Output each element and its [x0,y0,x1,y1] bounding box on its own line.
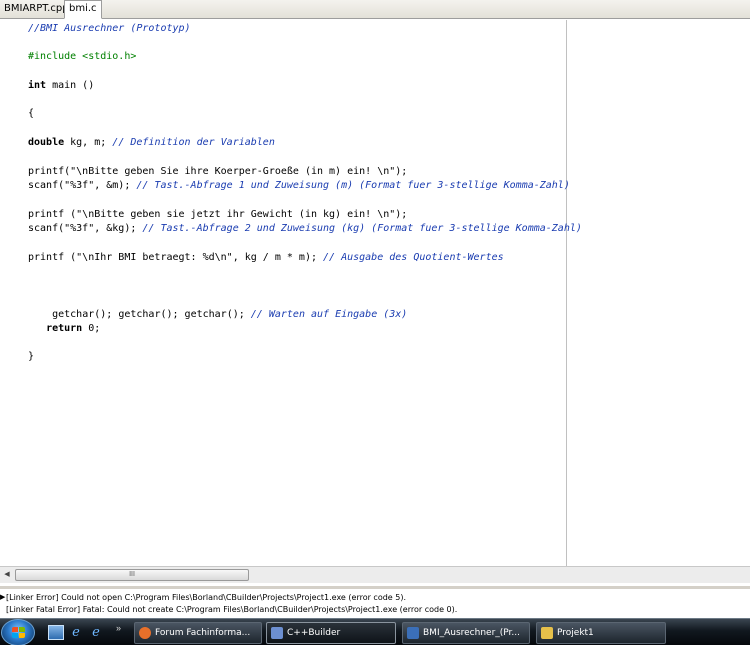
taskbar-item-label: C++Builder [287,628,341,638]
cbuilder-icon [271,627,283,639]
code-line: { [28,107,34,121]
code-text: printf ("\nBitte geben sie jetzt ihr Gew… [28,209,408,220]
right-margin-line [566,20,567,566]
code-line: #include <stdio.h> [28,50,136,64]
code-text: } [28,351,35,362]
code-line: int main () [28,79,94,93]
code-comment: // Warten auf Eingabe (3x) [250,309,408,320]
code-comment: // Ausgabe des Quotient-Wertes [323,252,504,263]
code-keyword: return [46,323,83,334]
code-text: { [28,108,35,119]
editor-tab-bar: BMIARPT.cpp bmi.c [0,0,750,19]
code-keyword: double [28,137,65,148]
code-text: scanf("%3f", &m); [28,180,137,191]
code-comment: // Tast.-Abfrage 2 und Zuweisung (kg) (F… [142,223,582,234]
firefox-icon [139,627,151,639]
windows-logo-icon [12,627,26,639]
start-button[interactable] [1,619,35,645]
scroll-left-arrow-icon[interactable]: ◀ [0,567,14,583]
code-preprocessor: #include <stdio.h> [28,51,137,62]
code-comment: //BMI Ausrechner (Prototyp) [28,23,191,34]
code-text: kg, m; [64,137,113,148]
taskbar-item-label: BMI_Ausrechner_(Pr... [423,628,521,638]
code-keyword: int [28,80,47,91]
taskbar-item-cbuilder[interactable]: C++Builder [266,622,396,644]
taskbar: e e » Forum Fachinforma... C++Builder BM… [0,618,750,645]
code-text: scanf("%3f", &kg); [28,223,143,234]
code-comment: // Definition der Variablen [112,137,275,148]
taskbar-item-label: Forum Fachinforma... [155,628,251,638]
quick-launch-more-icon[interactable]: » [116,623,121,633]
code-line: return 0; [28,322,100,336]
code-text: getchar(); getchar(); getchar(); [52,309,251,320]
code-line: } [28,350,34,364]
code-line: printf ("\nIhr BMI betraegt: %d\n", kg /… [28,251,504,265]
code-line: printf("\nBitte geben Sie ihre Koerper-G… [28,165,407,179]
code-line: //BMI Ausrechner (Prototyp) [28,22,191,36]
code-text: printf ("\nIhr BMI betraegt: %d\n", kg /… [28,252,324,263]
taskbar-item-forum[interactable]: Forum Fachinforma... [134,622,262,644]
taskbar-item-bmi-ausrechner[interactable]: BMI_Ausrechner_(Pr... [402,622,530,644]
code-text: main () [46,80,95,91]
tab-bmiarpt-cpp[interactable]: BMIARPT.cpp [0,1,74,19]
message-linker-fatal-error[interactable]: [Linker Fatal Error] Fatal: Could not cr… [6,604,457,615]
internet-explorer-icon-2[interactable]: e [88,625,104,640]
taskbar-item-label: Projekt1 [557,628,594,638]
current-message-arrow-icon: ▶ [0,593,6,601]
code-line: double kg, m; // Definition der Variable… [28,136,275,150]
horizontal-scrollbar[interactable]: ◀ III [0,566,750,583]
show-desktop-icon[interactable] [48,625,64,640]
code-line: scanf("%3f", &kg); // Tast.-Abfrage 2 un… [28,222,582,236]
message-pane: ▶ [Linker Error] Could not open C:\Progr… [0,586,750,618]
scrollbar-thumb[interactable]: III [15,569,249,581]
console-window-icon [407,627,419,639]
taskbar-item-projekt1[interactable]: Projekt1 [536,622,666,644]
tab-bmi-c[interactable]: bmi.c [64,0,102,19]
code-line: scanf("%3f", &m); // Tast.-Abfrage 1 und… [28,179,570,193]
message-linker-error[interactable]: [Linker Error] Could not open C:\Program… [6,592,406,603]
code-line: getchar(); getchar(); getchar(); // Wart… [28,308,407,322]
code-editor[interactable]: //BMI Ausrechner (Prototyp) #include <st… [0,20,750,566]
project-icon [541,627,553,639]
code-line: printf ("\nBitte geben sie jetzt ihr Gew… [28,208,407,222]
internet-explorer-icon[interactable]: e [68,625,84,640]
code-comment: // Tast.-Abfrage 1 und Zuweisung (m) (Fo… [136,180,570,191]
code-text: 0; [82,323,101,334]
code-text: printf("\nBitte geben Sie ihre Koerper-G… [28,166,408,177]
